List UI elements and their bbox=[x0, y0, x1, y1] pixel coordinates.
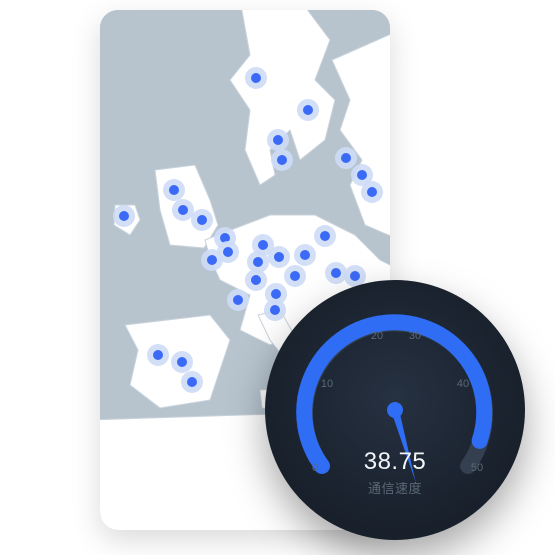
gauge-fill bbox=[304, 322, 484, 466]
gauge-hub bbox=[387, 402, 403, 418]
map-marker-dot bbox=[177, 357, 187, 367]
map-marker-dot bbox=[274, 252, 284, 262]
map-marker-dot bbox=[303, 105, 313, 115]
gauge-value: 38.75 bbox=[364, 448, 427, 476]
map-marker-dot bbox=[169, 185, 179, 195]
gauge-tick: 30 bbox=[409, 330, 421, 342]
map-marker-dot bbox=[153, 350, 163, 360]
gauge-tick: 10 bbox=[321, 378, 333, 390]
map-marker-dot bbox=[119, 211, 129, 221]
gauge-tick: 0 bbox=[312, 462, 318, 474]
map-marker-dot bbox=[251, 73, 261, 83]
gauge-tick: 20 bbox=[371, 330, 383, 342]
map-marker-dot bbox=[187, 377, 197, 387]
map-marker-dot bbox=[197, 215, 207, 225]
map-marker-dot bbox=[253, 257, 263, 267]
map-marker-dot bbox=[320, 231, 330, 241]
map-marker-dot bbox=[367, 187, 377, 197]
map-marker-dot bbox=[331, 268, 341, 278]
map-marker-dot bbox=[277, 155, 287, 165]
map-marker-dot bbox=[300, 250, 310, 260]
map-marker-dot bbox=[207, 255, 217, 265]
gauge-tick: 40 bbox=[457, 378, 469, 390]
map-marker-dot bbox=[258, 240, 268, 250]
map-marker-dot bbox=[341, 153, 351, 163]
map-marker-dot bbox=[223, 247, 233, 257]
map-marker-dot bbox=[251, 275, 261, 285]
map-marker-dot bbox=[233, 295, 243, 305]
speed-gauge: 0 10 20 30 40 50 38.75 通信速度 bbox=[265, 280, 525, 540]
gauge-tick: 50 bbox=[471, 462, 483, 474]
map-marker-dot bbox=[357, 170, 367, 180]
gauge-label: 通信速度 bbox=[368, 478, 422, 497]
map-marker-dot bbox=[273, 135, 283, 145]
map-marker-dot bbox=[178, 205, 188, 215]
